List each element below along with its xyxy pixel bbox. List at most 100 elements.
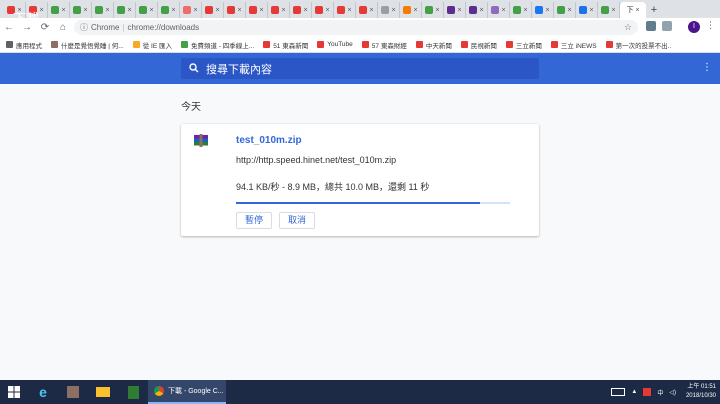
browser-tab[interactable]: × — [290, 2, 312, 18]
home-icon — [51, 41, 58, 48]
home-icon[interactable]: ⌂ — [54, 19, 72, 37]
cancel-button[interactable]: 取消 — [279, 212, 316, 229]
close-tab-icon[interactable]: × — [127, 7, 131, 14]
browser-tab[interactable]: × — [312, 2, 334, 18]
search-input[interactable]: 搜尋下載內容 — [181, 58, 539, 79]
pause-button[interactable]: 暫停 — [236, 212, 273, 229]
bookmark-item[interactable]: 三立 iNEWS — [550, 40, 597, 50]
browser-tab[interactable]: × — [378, 2, 400, 18]
close-tab-icon[interactable]: × — [171, 7, 175, 14]
close-tab-icon[interactable]: × — [545, 7, 549, 14]
profile-avatar[interactable]: I — [688, 21, 700, 33]
winrar-icon[interactable] — [58, 380, 88, 404]
browser-tab[interactable]: × — [114, 2, 136, 18]
browser-tab[interactable]: × — [554, 2, 576, 18]
browser-tab[interactable]: × — [92, 2, 114, 18]
bookmark-item[interactable]: YouTube — [317, 41, 353, 48]
bookmark-item[interactable]: 51 東森新聞 — [263, 40, 308, 50]
browser-tab[interactable]: × — [576, 2, 598, 18]
close-tab-icon[interactable]: × — [237, 7, 241, 14]
clock-date: 2018/10/30 — [685, 393, 716, 399]
bookmark-label: 應用程式 — [16, 42, 42, 50]
tray-app-icon[interactable] — [643, 388, 652, 396]
tray-up-arrow-icon[interactable]: ▲ — [631, 389, 637, 395]
close-tab-icon[interactable]: × — [479, 7, 483, 14]
sheets-icon — [139, 6, 148, 14]
internet-explorer-icon[interactable]: e — [28, 380, 58, 404]
close-tab-icon[interactable]: × — [435, 7, 439, 14]
close-tab-icon[interactable]: × — [61, 7, 65, 14]
close-tab-icon[interactable]: × — [83, 7, 87, 14]
bookmark-item[interactable]: 從 IE 匯入 — [132, 40, 172, 50]
close-tab-icon[interactable]: × — [611, 7, 615, 14]
browser-tab[interactable]: × — [158, 2, 180, 18]
clock[interactable]: 上午 01:51 2018/10/30 — [686, 383, 716, 401]
browser-tab[interactable]: × — [400, 2, 422, 18]
browser-tab[interactable]: × — [136, 2, 158, 18]
windows-start-icon[interactable] — [0, 380, 28, 404]
close-tab-icon[interactable]: × — [105, 7, 109, 14]
close-tab-icon[interactable]: × — [413, 7, 417, 14]
close-tab-icon[interactable]: × — [39, 7, 43, 14]
browser-tab[interactable]: × — [180, 2, 202, 18]
bookmark-star-icon[interactable]: ☆ — [624, 22, 632, 33]
browser-tab[interactable]: × — [224, 2, 246, 18]
browser-tab[interactable]: × — [466, 2, 488, 18]
browser-menu-icon[interactable]: ⋮ — [706, 20, 715, 31]
bookmark-item[interactable]: 三立新聞 — [505, 40, 542, 50]
browser-tab[interactable]: × — [356, 2, 378, 18]
volume-icon[interactable]: ◁) — [669, 389, 676, 396]
browser-tab[interactable]: × — [598, 2, 620, 18]
browser-tab[interactable]: × — [48, 2, 70, 18]
close-tab-icon[interactable]: × — [215, 7, 219, 14]
close-tab-icon[interactable]: × — [369, 7, 373, 14]
bookmark-item[interactable]: 57 東森財經 — [361, 40, 407, 50]
omnibox-separator: | — [122, 23, 125, 32]
browser-tab[interactable]: × — [532, 2, 554, 18]
more-actions-icon[interactable]: ⋮ — [702, 62, 712, 73]
file-name-link[interactable]: test_010m.zip — [236, 135, 302, 146]
keyboard-icon[interactable] — [611, 388, 626, 396]
bookmark-item[interactable]: 免費頻道 - 四季線上... — [180, 40, 254, 50]
browser-tab[interactable]: × — [202, 2, 224, 18]
close-tab-icon[interactable]: × — [391, 7, 395, 14]
browser-tab[interactable]: × — [268, 2, 290, 18]
taskbar-chrome-window[interactable]: 下載 - Google C... — [148, 380, 226, 404]
bookmark-item[interactable]: 民視新聞 — [460, 40, 497, 50]
bookmark-item[interactable]: 第一次的投票不出.. — [605, 40, 671, 50]
page-icon — [381, 6, 390, 14]
close-tab-icon[interactable]: × — [567, 7, 571, 14]
ime-indicator[interactable]: 中 — [657, 388, 663, 397]
close-tab-icon[interactable]: × — [259, 7, 263, 14]
cast-extension-icon[interactable] — [662, 21, 672, 31]
bookmark-item[interactable]: 什麼是覺悟覺睡 | 何... — [51, 40, 124, 50]
address-bar[interactable]: ⓘ Chrome | chrome://downloads ☆ — [74, 20, 638, 35]
close-tab-icon[interactable]: × — [325, 7, 329, 14]
yahoo-icon — [469, 6, 478, 14]
bookmark-item[interactable]: 中天新聞 — [415, 40, 452, 50]
close-tab-icon[interactable]: × — [457, 7, 461, 14]
close-tab-icon[interactable]: × — [589, 7, 593, 14]
browser-tab[interactable]: × — [444, 2, 466, 18]
browser-tab[interactable]: × — [510, 2, 532, 18]
browser-tab[interactable]: × — [70, 2, 92, 18]
close-tab-icon[interactable]: × — [523, 7, 527, 14]
close-tab-icon[interactable]: × — [149, 7, 153, 14]
browser-tab[interactable]: × — [422, 2, 444, 18]
close-tab-icon[interactable]: × — [635, 7, 639, 14]
browser-tab[interactable]: × — [334, 2, 356, 18]
file-explorer-icon[interactable] — [88, 380, 118, 404]
close-tab-icon[interactable]: × — [193, 7, 197, 14]
shield-extension-icon[interactable] — [646, 21, 656, 31]
close-tab-icon[interactable]: × — [347, 7, 351, 14]
close-tab-icon[interactable]: × — [501, 7, 505, 14]
close-tab-icon[interactable]: × — [281, 7, 285, 14]
new-tab-icon[interactable]: + — [646, 2, 662, 18]
close-tab-icon[interactable]: × — [303, 7, 307, 14]
bookmark-item[interactable]: 應用程式 — [6, 40, 42, 50]
browser-tab[interactable]: × — [488, 2, 510, 18]
browser-tab[interactable]: × — [246, 2, 268, 18]
tab-downloads-active[interactable]: 下 × — [620, 2, 646, 18]
source-url[interactable]: http://http.speed.hinet.net/test_010m.zi… — [236, 155, 396, 165]
calculator-icon[interactable] — [118, 380, 148, 404]
